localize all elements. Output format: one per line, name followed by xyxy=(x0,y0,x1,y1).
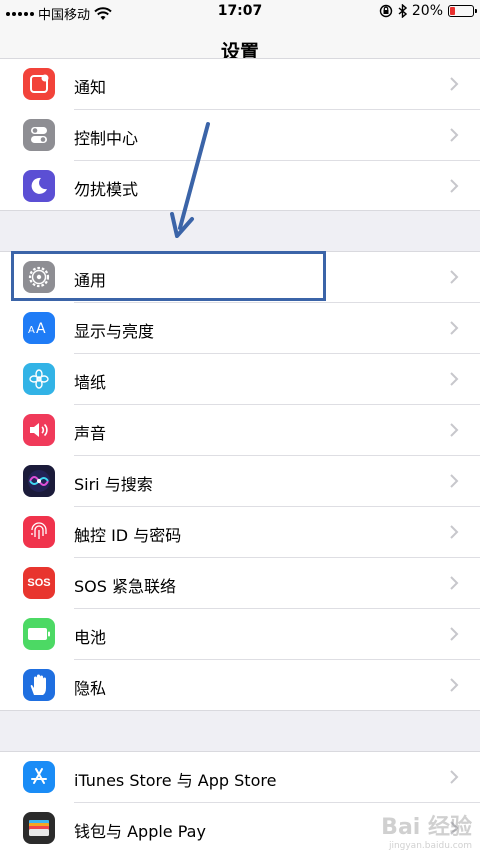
fingerprint-icon xyxy=(23,516,55,548)
settings-row-label: 通知 xyxy=(74,78,107,97)
settings-row-control-center[interactable]: 控制中心 xyxy=(0,110,480,161)
display-brightness-icon: AA xyxy=(23,312,55,344)
status-bar: 中国移动 17:07 20% xyxy=(0,0,480,24)
bluetooth-icon xyxy=(398,4,407,18)
settings-row-label: 触控 ID 与密码 xyxy=(74,526,182,545)
hand-icon xyxy=(23,669,55,701)
speaker-icon xyxy=(23,414,55,446)
chevron-right-icon xyxy=(450,627,459,641)
settings-row-label: 电池 xyxy=(74,628,107,647)
siri-icon xyxy=(23,465,55,497)
settings-row-do-not-disturb[interactable]: 勿扰模式 xyxy=(0,161,480,212)
app-store-icon xyxy=(23,761,55,793)
settings-row-label: 显示与亮度 xyxy=(74,322,155,341)
settings-row-siri[interactable]: Siri 与搜索 xyxy=(0,456,480,507)
chevron-right-icon xyxy=(450,270,459,284)
settings-row-wallpaper[interactable]: 墙纸 xyxy=(0,354,480,405)
chevron-right-icon xyxy=(450,372,459,386)
signal-strength-icon xyxy=(6,11,34,16)
wallpaper-icon xyxy=(23,363,55,395)
notifications-icon xyxy=(23,68,55,100)
settings-row-touch-id[interactable]: 触控 ID 与密码 xyxy=(0,507,480,558)
settings-row-sos[interactable]: SOS SOS 紧急联络 xyxy=(0,558,480,609)
wallet-icon xyxy=(23,812,55,844)
settings-row-app-store[interactable]: iTunes Store 与 App Store xyxy=(0,752,480,803)
carrier-label: 中国移动 xyxy=(38,8,91,23)
moon-icon xyxy=(23,170,55,202)
settings-row-label: 隐私 xyxy=(74,679,107,698)
svg-text:A: A xyxy=(28,325,35,336)
chevron-right-icon xyxy=(450,576,459,590)
settings-row-label: 勿扰模式 xyxy=(74,180,139,199)
status-left: 中国移动 xyxy=(6,4,112,23)
settings-row-label: Siri 与搜索 xyxy=(74,475,153,494)
battery-level xyxy=(450,7,455,15)
settings-row-notifications[interactable]: 通知 xyxy=(0,59,480,110)
settings-row-label: 控制中心 xyxy=(74,129,139,148)
chevron-right-icon xyxy=(450,179,459,193)
chevron-right-icon xyxy=(450,678,459,692)
settings-group-1: 通知 控制中心 勿扰模式 xyxy=(0,58,480,211)
settings-row-privacy[interactable]: 隐私 xyxy=(0,660,480,711)
sos-icon: SOS xyxy=(23,567,55,599)
wifi-icon xyxy=(94,6,112,20)
settings-row-label: 钱包与 Apple Pay xyxy=(74,822,206,841)
svg-text:A: A xyxy=(36,321,46,337)
battery-indicator-icon xyxy=(448,5,477,17)
settings-row-sounds[interactable]: 声音 xyxy=(0,405,480,456)
watermark: Bai 经验 jingyan.baidu.com xyxy=(381,815,472,851)
chevron-right-icon xyxy=(450,128,459,142)
chevron-right-icon xyxy=(450,77,459,91)
chevron-right-icon xyxy=(450,474,459,488)
settings-row-battery[interactable]: 电池 xyxy=(0,609,480,660)
battery-icon xyxy=(23,618,55,650)
status-right: 20% xyxy=(379,3,477,19)
settings-row-label: SOS 紧急联络 xyxy=(74,577,176,596)
chevron-right-icon xyxy=(450,770,459,784)
settings-row-label: 墙纸 xyxy=(74,373,107,392)
settings-row-label: 声音 xyxy=(74,424,107,443)
settings-row-display[interactable]: AA 显示与亮度 xyxy=(0,303,480,354)
orientation-lock-icon xyxy=(379,4,393,18)
settings-row-label: iTunes Store 与 App Store xyxy=(74,771,277,790)
settings-group-2: 通用 AA 显示与亮度 墙纸 声音 Siri 与搜索 触控 ID 与密码 SOS… xyxy=(0,251,480,711)
chevron-right-icon xyxy=(450,423,459,437)
control-center-icon xyxy=(23,119,55,151)
annotation-arrow-icon xyxy=(170,122,210,238)
chevron-right-icon xyxy=(450,525,459,539)
battery-percent: 20% xyxy=(411,3,443,19)
highlight-box xyxy=(11,251,326,301)
chevron-right-icon xyxy=(450,321,459,335)
